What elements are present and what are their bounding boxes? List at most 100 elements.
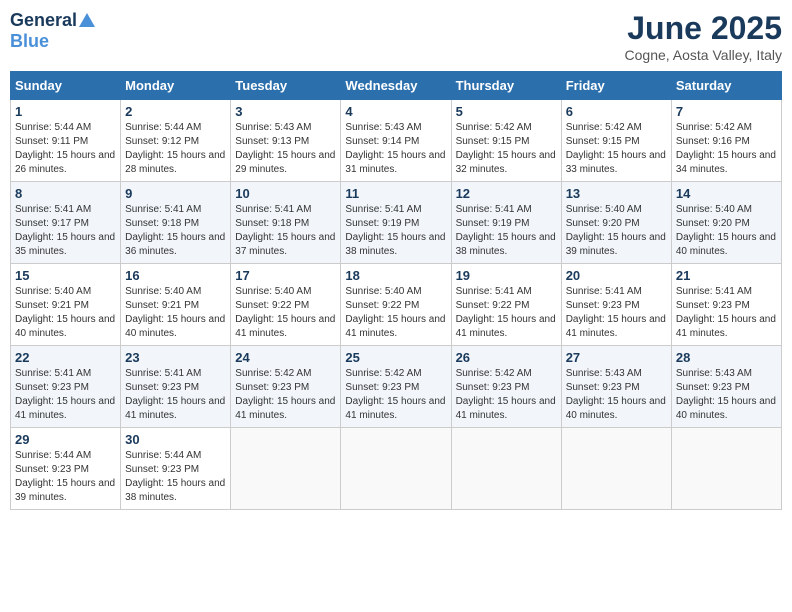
day-number: 26 (456, 350, 557, 365)
day-info: Sunrise: 5:43 AMSunset: 9:23 PMDaylight:… (566, 368, 666, 421)
calendar-header-row: Sunday Monday Tuesday Wednesday Thursday… (11, 72, 782, 100)
day-number: 7 (676, 104, 777, 119)
day-number: 8 (15, 186, 116, 201)
day-info: Sunrise: 5:40 AMSunset: 9:21 PMDaylight:… (15, 286, 115, 339)
table-row: 7 Sunrise: 5:42 AMSunset: 9:16 PMDayligh… (671, 100, 781, 182)
day-number: 12 (456, 186, 557, 201)
day-info: Sunrise: 5:44 AMSunset: 9:23 PMDaylight:… (15, 450, 115, 503)
day-number: 13 (566, 186, 667, 201)
table-row (561, 428, 671, 510)
day-number: 27 (566, 350, 667, 365)
day-info: Sunrise: 5:41 AMSunset: 9:23 PMDaylight:… (566, 286, 666, 339)
table-row: 29 Sunrise: 5:44 AMSunset: 9:23 PMDaylig… (11, 428, 121, 510)
table-row (671, 428, 781, 510)
day-info: Sunrise: 5:42 AMSunset: 9:23 PMDaylight:… (456, 368, 556, 421)
day-number: 2 (125, 104, 226, 119)
day-number: 6 (566, 104, 667, 119)
day-number: 15 (15, 268, 116, 283)
day-info: Sunrise: 5:42 AMSunset: 9:15 PMDaylight:… (566, 122, 666, 175)
table-row: 5 Sunrise: 5:42 AMSunset: 9:15 PMDayligh… (451, 100, 561, 182)
table-row: 30 Sunrise: 5:44 AMSunset: 9:23 PMDaylig… (121, 428, 231, 510)
day-info: Sunrise: 5:44 AMSunset: 9:12 PMDaylight:… (125, 122, 225, 175)
table-row: 9 Sunrise: 5:41 AMSunset: 9:18 PMDayligh… (121, 182, 231, 264)
day-number: 1 (15, 104, 116, 119)
day-number: 5 (456, 104, 557, 119)
page-header: General Blue June 2025 Cogne, Aosta Vall… (10, 10, 782, 63)
col-saturday: Saturday (671, 72, 781, 100)
day-number: 25 (345, 350, 446, 365)
day-number: 21 (676, 268, 777, 283)
table-row: 2 Sunrise: 5:44 AMSunset: 9:12 PMDayligh… (121, 100, 231, 182)
day-number: 23 (125, 350, 226, 365)
table-row: 26 Sunrise: 5:42 AMSunset: 9:23 PMDaylig… (451, 346, 561, 428)
table-row: 25 Sunrise: 5:42 AMSunset: 9:23 PMDaylig… (341, 346, 451, 428)
day-info: Sunrise: 5:42 AMSunset: 9:16 PMDaylight:… (676, 122, 776, 175)
day-number: 19 (456, 268, 557, 283)
table-row: 20 Sunrise: 5:41 AMSunset: 9:23 PMDaylig… (561, 264, 671, 346)
table-row: 4 Sunrise: 5:43 AMSunset: 9:14 PMDayligh… (341, 100, 451, 182)
table-row: 1 Sunrise: 5:44 AMSunset: 9:11 PMDayligh… (11, 100, 121, 182)
day-number: 9 (125, 186, 226, 201)
day-info: Sunrise: 5:43 AMSunset: 9:13 PMDaylight:… (235, 122, 335, 175)
day-info: Sunrise: 5:41 AMSunset: 9:19 PMDaylight:… (345, 204, 445, 257)
day-info: Sunrise: 5:44 AMSunset: 9:23 PMDaylight:… (125, 450, 225, 503)
day-number: 24 (235, 350, 336, 365)
table-row: 27 Sunrise: 5:43 AMSunset: 9:23 PMDaylig… (561, 346, 671, 428)
day-number: 14 (676, 186, 777, 201)
table-row: 11 Sunrise: 5:41 AMSunset: 9:19 PMDaylig… (341, 182, 451, 264)
table-row: 22 Sunrise: 5:41 AMSunset: 9:23 PMDaylig… (11, 346, 121, 428)
table-row (451, 428, 561, 510)
table-row: 24 Sunrise: 5:42 AMSunset: 9:23 PMDaylig… (231, 346, 341, 428)
col-tuesday: Tuesday (231, 72, 341, 100)
day-info: Sunrise: 5:40 AMSunset: 9:22 PMDaylight:… (235, 286, 335, 339)
table-row: 23 Sunrise: 5:41 AMSunset: 9:23 PMDaylig… (121, 346, 231, 428)
month-year-title: June 2025 (625, 10, 782, 47)
day-info: Sunrise: 5:41 AMSunset: 9:23 PMDaylight:… (125, 368, 225, 421)
day-number: 18 (345, 268, 446, 283)
logo-blue-text: Blue (10, 31, 49, 51)
day-info: Sunrise: 5:41 AMSunset: 9:22 PMDaylight:… (456, 286, 556, 339)
col-friday: Friday (561, 72, 671, 100)
table-row: 8 Sunrise: 5:41 AMSunset: 9:17 PMDayligh… (11, 182, 121, 264)
day-info: Sunrise: 5:43 AMSunset: 9:23 PMDaylight:… (676, 368, 776, 421)
day-info: Sunrise: 5:42 AMSunset: 9:23 PMDaylight:… (345, 368, 445, 421)
location-text: Cogne, Aosta Valley, Italy (625, 47, 782, 63)
day-number: 29 (15, 432, 116, 447)
day-info: Sunrise: 5:41 AMSunset: 9:23 PMDaylight:… (15, 368, 115, 421)
title-area: June 2025 Cogne, Aosta Valley, Italy (625, 10, 782, 63)
table-row: 28 Sunrise: 5:43 AMSunset: 9:23 PMDaylig… (671, 346, 781, 428)
logo: General Blue (10, 10, 96, 52)
col-monday: Monday (121, 72, 231, 100)
day-info: Sunrise: 5:42 AMSunset: 9:23 PMDaylight:… (235, 368, 335, 421)
table-row: 16 Sunrise: 5:40 AMSunset: 9:21 PMDaylig… (121, 264, 231, 346)
day-info: Sunrise: 5:41 AMSunset: 9:17 PMDaylight:… (15, 204, 115, 257)
day-info: Sunrise: 5:40 AMSunset: 9:22 PMDaylight:… (345, 286, 445, 339)
day-info: Sunrise: 5:40 AMSunset: 9:21 PMDaylight:… (125, 286, 225, 339)
table-row: 18 Sunrise: 5:40 AMSunset: 9:22 PMDaylig… (341, 264, 451, 346)
day-info: Sunrise: 5:40 AMSunset: 9:20 PMDaylight:… (566, 204, 666, 257)
table-row: 21 Sunrise: 5:41 AMSunset: 9:23 PMDaylig… (671, 264, 781, 346)
table-row: 19 Sunrise: 5:41 AMSunset: 9:22 PMDaylig… (451, 264, 561, 346)
day-number: 4 (345, 104, 446, 119)
table-row: 15 Sunrise: 5:40 AMSunset: 9:21 PMDaylig… (11, 264, 121, 346)
day-number: 16 (125, 268, 226, 283)
day-info: Sunrise: 5:41 AMSunset: 9:19 PMDaylight:… (456, 204, 556, 257)
day-info: Sunrise: 5:44 AMSunset: 9:11 PMDaylight:… (15, 122, 115, 175)
table-row: 17 Sunrise: 5:40 AMSunset: 9:22 PMDaylig… (231, 264, 341, 346)
table-row (231, 428, 341, 510)
day-number: 22 (15, 350, 116, 365)
day-number: 28 (676, 350, 777, 365)
table-row: 12 Sunrise: 5:41 AMSunset: 9:19 PMDaylig… (451, 182, 561, 264)
table-row: 10 Sunrise: 5:41 AMSunset: 9:18 PMDaylig… (231, 182, 341, 264)
day-number: 11 (345, 186, 446, 201)
day-number: 20 (566, 268, 667, 283)
table-row (341, 428, 451, 510)
col-wednesday: Wednesday (341, 72, 451, 100)
table-row: 14 Sunrise: 5:40 AMSunset: 9:20 PMDaylig… (671, 182, 781, 264)
logo-general-text: General (10, 10, 77, 31)
table-row: 3 Sunrise: 5:43 AMSunset: 9:13 PMDayligh… (231, 100, 341, 182)
table-row: 6 Sunrise: 5:42 AMSunset: 9:15 PMDayligh… (561, 100, 671, 182)
day-number: 3 (235, 104, 336, 119)
day-info: Sunrise: 5:42 AMSunset: 9:15 PMDaylight:… (456, 122, 556, 175)
day-info: Sunrise: 5:40 AMSunset: 9:20 PMDaylight:… (676, 204, 776, 257)
